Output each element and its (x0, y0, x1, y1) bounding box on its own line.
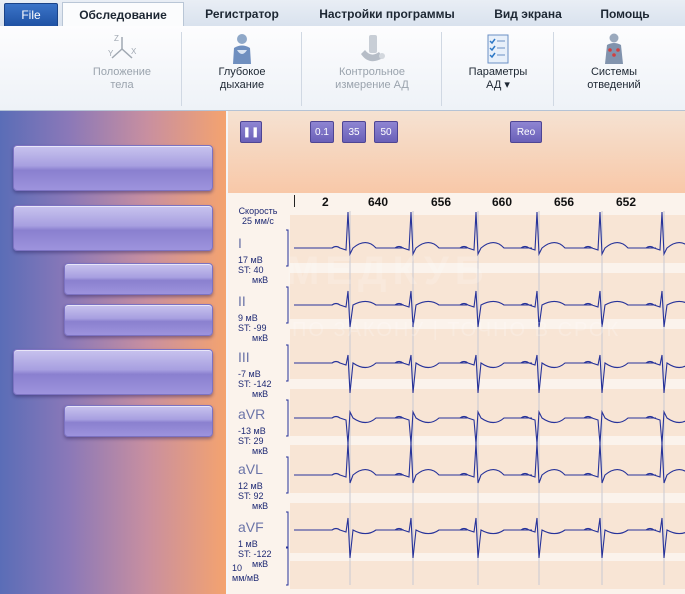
ribbon-toolbar: Z Y X Положение тела Глубокое дыхание Конт… (0, 26, 685, 111)
lead-st: ST: 40 (238, 265, 264, 275)
lead-values-2: 9 мВ ST: -99 мкВ (238, 313, 268, 343)
tab-recorder[interactable]: Регистратор (190, 3, 294, 25)
tab-examination[interactable]: Обследование (62, 2, 184, 27)
svg-text:X: X (131, 47, 137, 56)
lead-st: ST: 92 (238, 491, 264, 501)
rr-interval-label: 640 (368, 195, 389, 209)
control-bp-label: Контрольное измерение АД (335, 66, 409, 91)
tab-program-settings[interactable]: Настройки программы (302, 3, 472, 25)
deep-breathing-label: Глубокое дыхание (218, 66, 266, 91)
side-panel-subbutton-1[interactable] (64, 263, 213, 295)
rr-interval-label: 660 (492, 195, 513, 209)
control-bp-measurement-button[interactable]: Контрольное измерение АД (302, 28, 442, 108)
lead-name-3: III (238, 349, 250, 365)
side-panel-button-3[interactable] (13, 349, 213, 395)
left-navigation-panel (0, 111, 226, 594)
rr-interval-label: 2 (322, 195, 329, 209)
lead-systems-label: Системы отведений (587, 66, 641, 91)
ecg-toolbar: ❚❚ 0.1 35 50 Reo (228, 111, 685, 193)
lead-values-4: -13 мВ ST: 29 мкВ (238, 426, 268, 456)
svg-text:Z: Z (114, 34, 119, 43)
lead-name-6: aVF (238, 519, 264, 535)
calibration-bracket (286, 286, 289, 324)
svg-text:Y: Y (108, 49, 114, 58)
deep-breathing-icon (233, 34, 251, 64)
lead-amp: -13 мВ (238, 426, 266, 436)
rr-interval-label: 656 (554, 195, 575, 209)
calibration-bracket (286, 511, 289, 549)
lead-values-5: 12 мВ ST: 92 мкВ (238, 481, 268, 511)
tab-screen-view[interactable]: Вид экрана (480, 3, 576, 25)
bp-parameters-checklist-icon (487, 34, 509, 64)
lead-amp: 17 мВ (238, 255, 263, 265)
side-panel-button-1[interactable] (13, 145, 213, 191)
lead-st: ST: -142 (238, 379, 272, 389)
lead-unit: мкВ (252, 501, 269, 511)
body-position-axes-icon: Z Y X (108, 34, 137, 59)
body-position-label: Положение тела (92, 66, 152, 91)
ecg-display: Скорость 25 мм/с I 17 мВ ST: 40 мкВ II 9 мВ ST… (228, 193, 685, 594)
rr-interval-label: 656 (431, 195, 452, 209)
rr-interval-label: 652 (616, 195, 637, 209)
lead-amp: -7 мВ (238, 369, 261, 379)
lead-amp: 12 мВ (238, 481, 263, 491)
tab-help[interactable]: Помощь (584, 3, 666, 25)
bp-parameters-label: Параметры АД ▾ (468, 66, 528, 91)
lead-st: ST: -99 (238, 323, 267, 333)
calibration-bracket (286, 344, 289, 382)
lead-unit: мкВ (252, 275, 269, 285)
deep-breathing-button[interactable]: Глубокое дыхание (182, 28, 302, 108)
body-position-button[interactable]: Z Y X Положение тела (62, 28, 182, 108)
lead-name-5: aVL (238, 461, 263, 477)
file-menu-button[interactable]: File (4, 3, 58, 27)
lead-st: ST: 29 (238, 436, 264, 446)
bp-parameters-dropdown[interactable]: Параметры АД ▾ (442, 28, 554, 108)
ecg-band (290, 561, 685, 589)
lead-amp: 1 мВ (238, 539, 258, 549)
side-panel-subbutton-2[interactable] (64, 304, 213, 336)
lead-name-2: II (238, 293, 246, 309)
filter-0.1-button[interactable]: 0.1 (310, 121, 334, 143)
lead-st: ST: -122 (238, 549, 272, 559)
pause-button[interactable]: ❚❚ (240, 121, 262, 143)
speed-label: Скорость 25 мм/с (238, 206, 278, 226)
ecg-traces (286, 211, 685, 589)
side-panel-subbutton-3[interactable] (64, 405, 213, 437)
lead-unit: мкВ (252, 333, 269, 343)
lead-values-3: -7 мВ ST: -142 мкВ (238, 369, 272, 399)
lead-unit: мкВ (252, 389, 269, 399)
calibration-bracket (286, 456, 289, 494)
reo-button[interactable]: Reo (510, 121, 542, 143)
calibration-bracket (286, 229, 289, 267)
lead-unit: мкВ (252, 446, 269, 456)
filter-35-button[interactable]: 35 (342, 121, 366, 143)
lead-values-1: 17 мВ ST: 40 мкВ (238, 255, 268, 285)
lead-systems-icon (605, 33, 623, 64)
calibration-bracket (286, 399, 289, 437)
filter-50-button[interactable]: 50 (374, 121, 398, 143)
scale-label: 10 мм/мВ (232, 563, 260, 583)
lead-amp: 9 мВ (238, 313, 258, 323)
lead-name-4: aVR (238, 406, 266, 422)
rr-start-marker (294, 195, 295, 207)
lead-name-1: I (238, 235, 242, 251)
lead-systems-button[interactable]: Системы отведений (554, 28, 674, 108)
blood-pressure-control-icon (361, 35, 385, 62)
menu-bar: File Обследование Регистратор Настройки … (0, 0, 685, 27)
side-panel-button-2[interactable] (13, 205, 213, 251)
scale-bracket (286, 546, 289, 586)
